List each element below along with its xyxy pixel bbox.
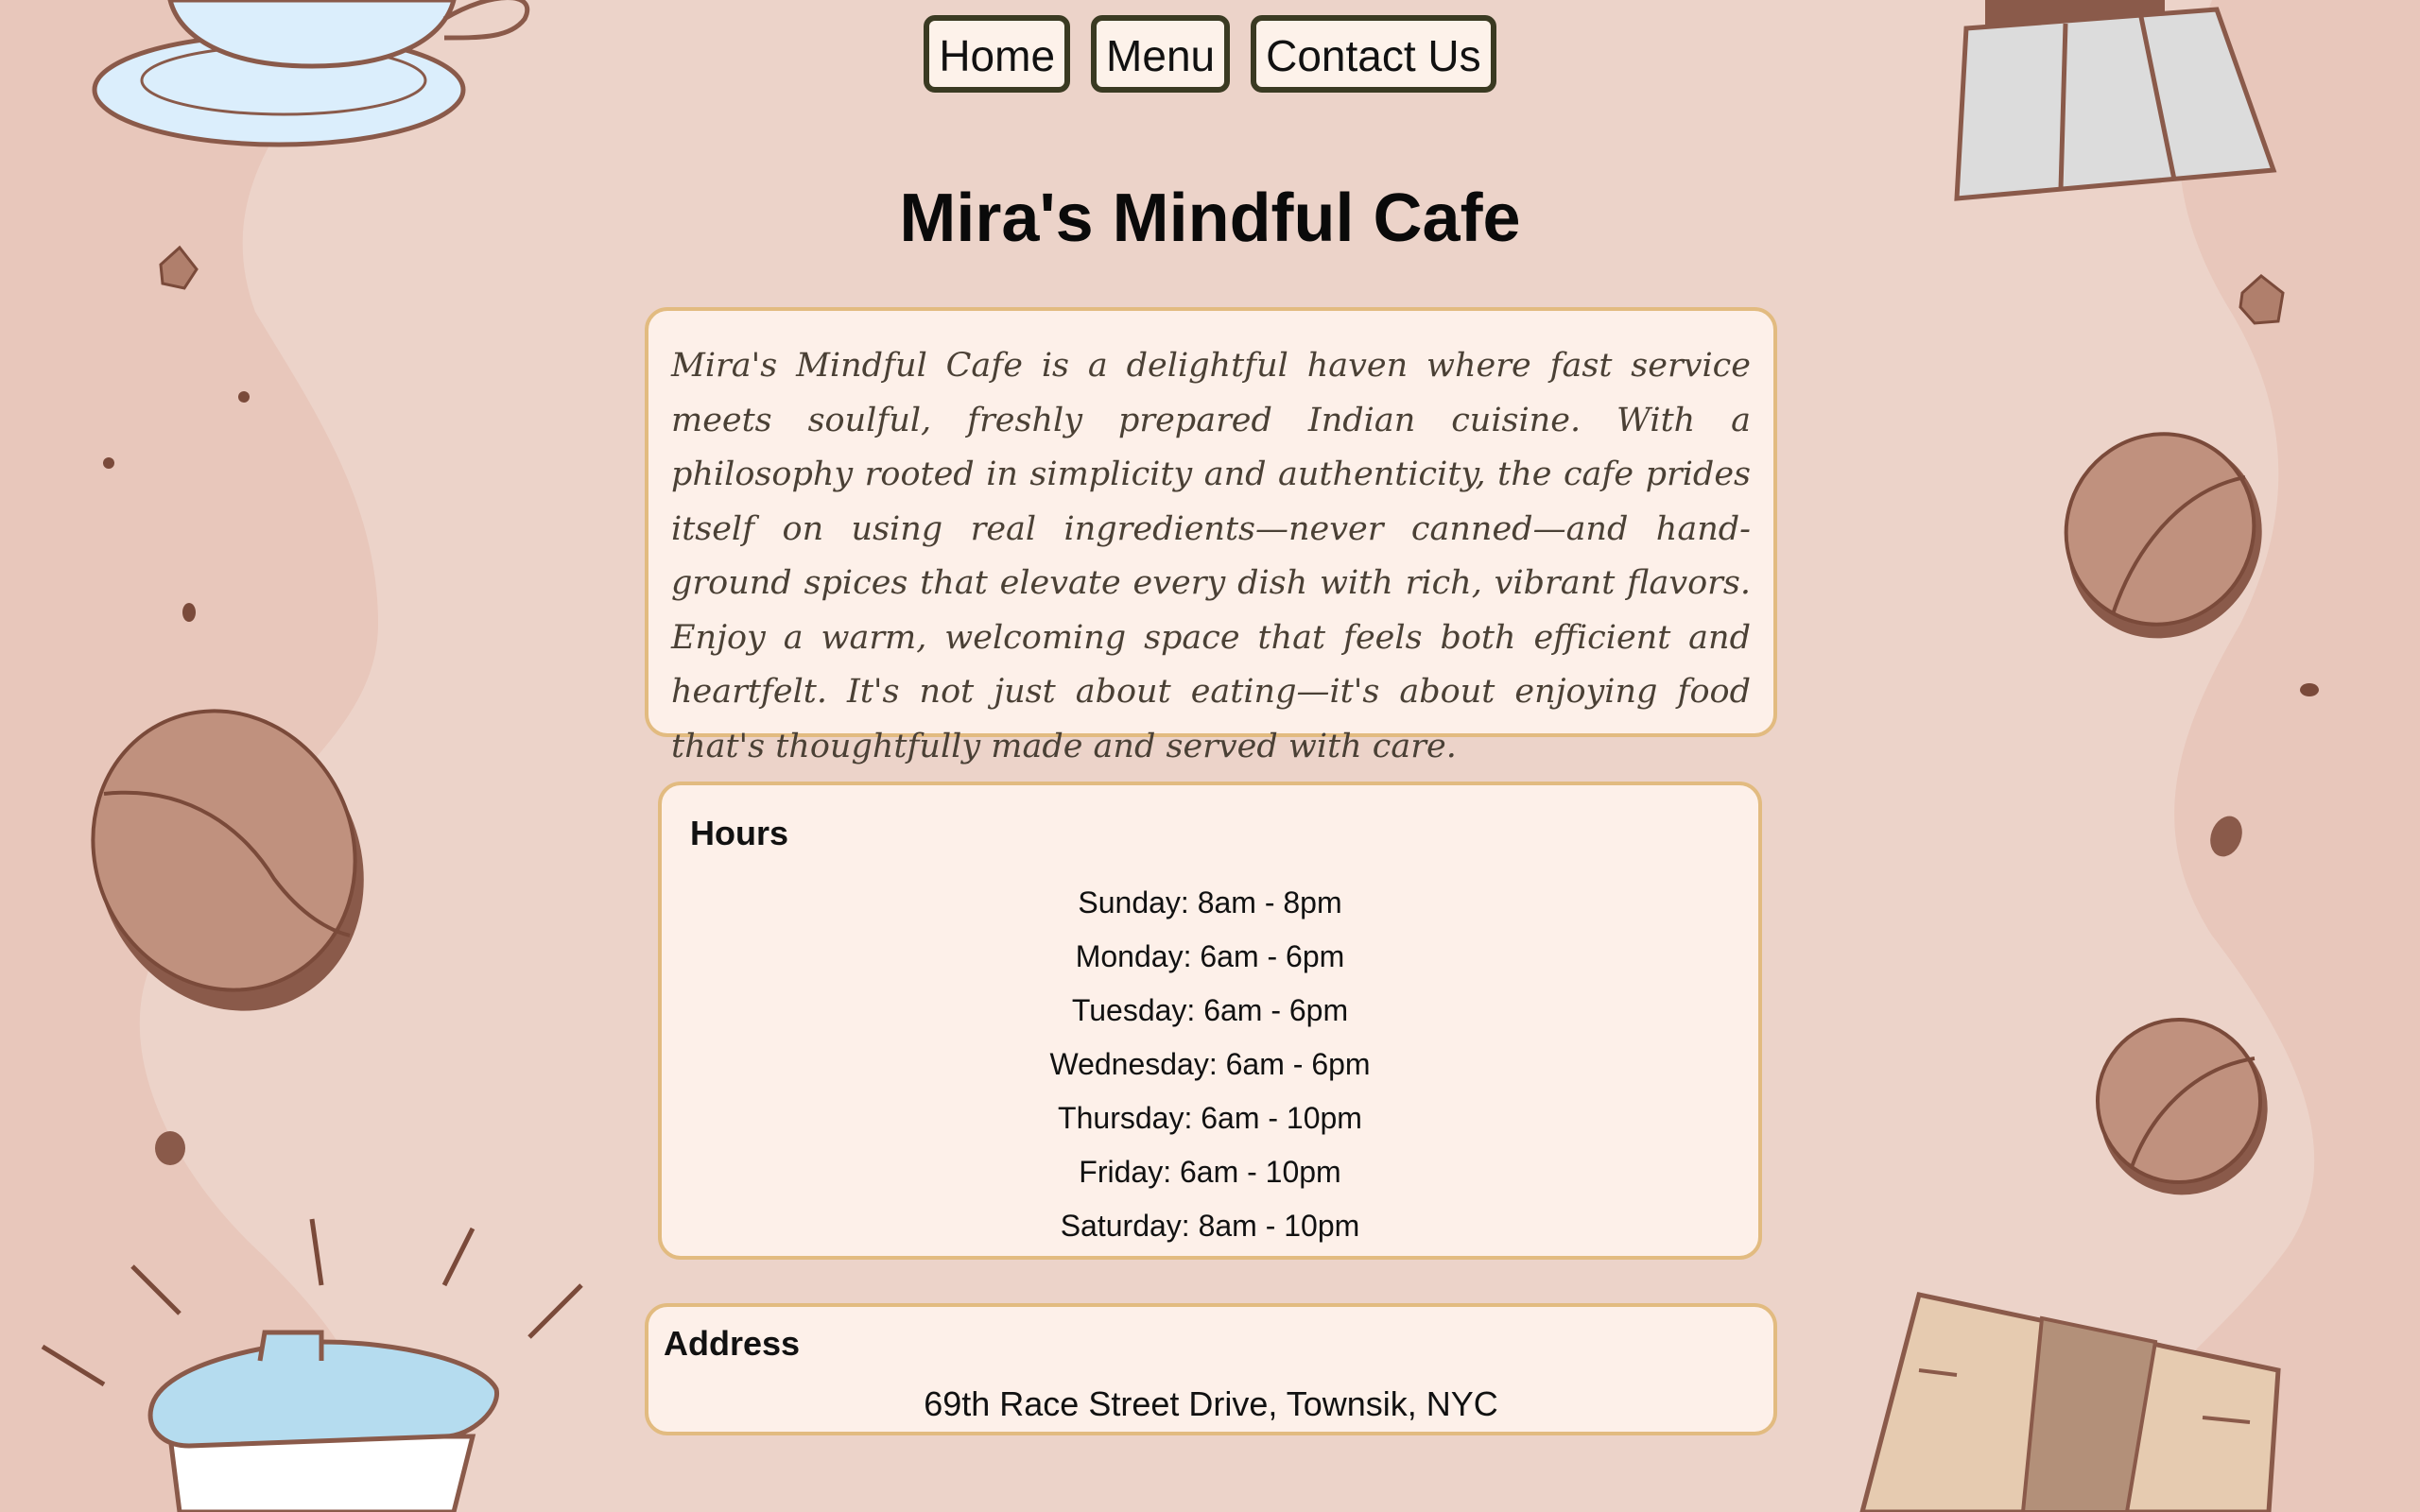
address-card: Address 69th Race Street Drive, Townsik,…	[645, 1303, 1777, 1435]
hours-heading: Hours	[690, 814, 789, 852]
address-text: 69th Race Street Drive, Townsik, NYC	[924, 1384, 1498, 1423]
hours-item-thursday: Thursday: 6am - 10pm	[1058, 1101, 1362, 1135]
hours-item-tuesday: Tuesday: 6am - 6pm	[1071, 993, 1349, 1027]
menu-button[interactable]: Menu	[1091, 15, 1231, 93]
hours-item-wednesday: Wednesday: 6am - 6pm	[1049, 1047, 1371, 1081]
hours-item-friday: Friday: 6am - 10pm	[1079, 1155, 1341, 1189]
hours-item-sunday: Sunday: 8am - 8pm	[1078, 885, 1342, 919]
intro-text: Mira's Mindful Cafe is a delightful have…	[671, 347, 1751, 765]
address-heading: Address	[664, 1324, 801, 1363]
home-button[interactable]: Home	[924, 15, 1071, 93]
hours-card: Hours Sunday: 8am - 8pm Monday: 6am - 6p…	[658, 782, 1762, 1260]
hours-list: Sunday: 8am - 8pm Monday: 6am - 6pm Tues…	[662, 876, 1758, 1253]
hours-item-saturday: Saturday: 8am - 10pm	[1060, 1209, 1360, 1243]
contact-us-button[interactable]: Contact Us	[1251, 15, 1496, 93]
page-title: Mira's Mindful Cafe	[899, 180, 1521, 256]
main-nav: Home Menu Contact Us	[0, 15, 2420, 93]
hours-item-monday: Monday: 6am - 6pm	[1075, 939, 1345, 973]
intro-card: Mira's Mindful Cafe is a delightful have…	[645, 307, 1777, 765]
